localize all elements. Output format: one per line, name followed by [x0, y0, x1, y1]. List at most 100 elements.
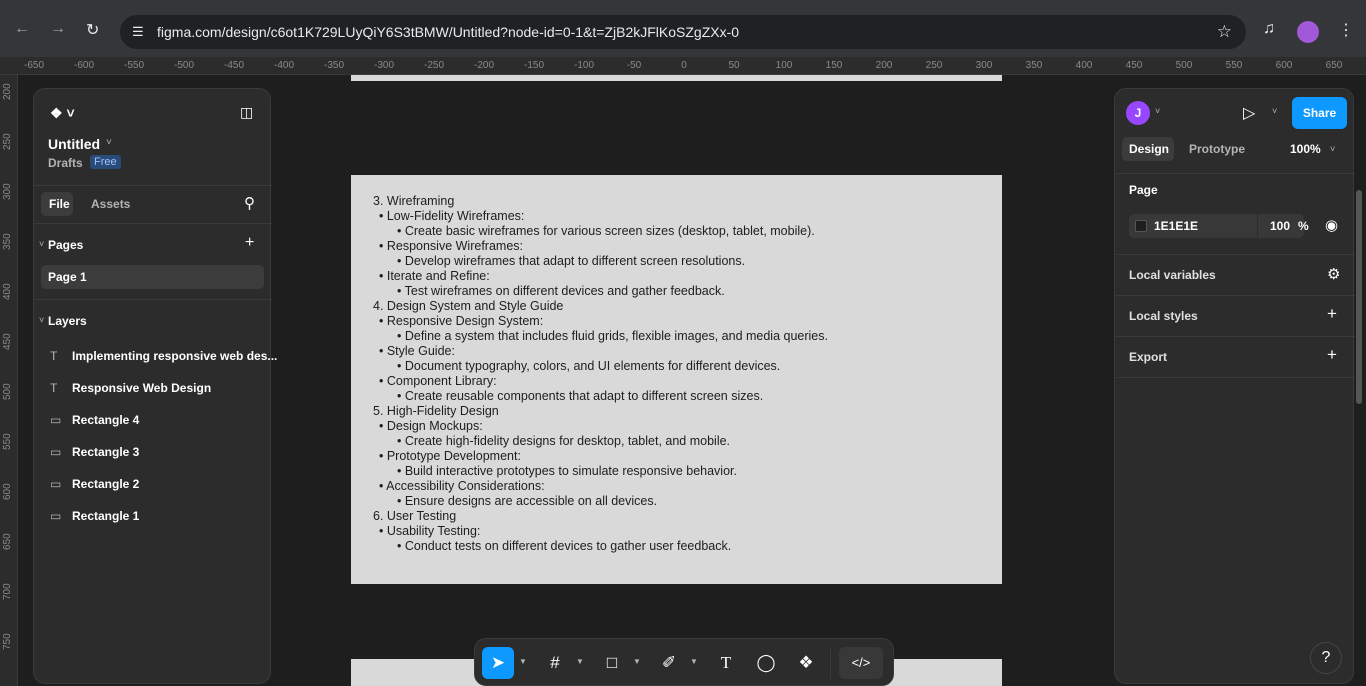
local-styles-label[interactable]: Local styles [1129, 309, 1198, 323]
divider [1257, 214, 1258, 238]
comment-tool-icon[interactable]: ◯ [750, 647, 782, 679]
profile-icon[interactable] [1297, 21, 1319, 43]
add-page-icon[interactable]: + [245, 234, 254, 252]
canvas-text-line: • Component Library: [379, 374, 497, 388]
canvas-frame[interactable]: 3. Wireframing • Low-Fidelity Wireframes:… [351, 175, 1002, 584]
frame-tool-icon[interactable]: # [539, 647, 571, 679]
dev-mode-icon[interactable]: </> [839, 647, 883, 679]
ruler-tick-label: -300 [373, 60, 395, 71]
ruler-tick-label: -100 [573, 60, 595, 71]
chevron-down-icon[interactable]: ˅ [1330, 144, 1335, 154]
ruler-tick-label: 350 [2, 233, 13, 250]
url-text[interactable]: figma.com/design/c6ot1K729LUyQiY6S3tBMW/… [157, 24, 739, 40]
ruler-tick-label: 400 [1075, 60, 1093, 71]
add-export-icon[interactable]: + [1327, 345, 1337, 365]
location-label[interactable]: Drafts [48, 156, 83, 170]
divider [34, 223, 272, 224]
variables-icon[interactable]: ⚙ [1327, 265, 1340, 283]
text-icon: T [50, 381, 58, 395]
opacity-value[interactable]: 100 [1270, 219, 1290, 233]
avatar[interactable]: J [1126, 101, 1150, 125]
ruler-tick-label: 450 [1125, 60, 1143, 71]
divider [1115, 336, 1355, 337]
canvas-text-line: • Design Mockups: [379, 419, 483, 433]
ruler-tick-label: 300 [2, 183, 13, 200]
file-name[interactable]: Untitled [48, 136, 100, 152]
actions-tool-icon[interactable]: ❖ [790, 647, 822, 679]
figma-menu-icon[interactable]: ❖ ˅ [50, 105, 75, 122]
canvas-text-line: • Responsive Wireframes: [379, 239, 524, 253]
tab-assets[interactable]: Assets [91, 197, 130, 211]
chevron-down-icon[interactable]: ˅ [39, 239, 44, 249]
tab-design-label[interactable]: Design [1129, 142, 1169, 156]
media-icon[interactable]: ♫ [1263, 20, 1275, 38]
canvas-text-line: • Usability Testing: [379, 524, 481, 538]
pen-tool-icon[interactable]: ✐ [653, 647, 685, 679]
pages-header[interactable]: Pages [48, 238, 83, 252]
canvas-text-line: • Ensure designs are accessible on all d… [397, 494, 658, 508]
ruler-tick-label: 350 [1025, 60, 1043, 71]
ruler-tick-label: 50 [728, 60, 740, 71]
ruler-tick-label: 300 [975, 60, 993, 71]
tab-file-label[interactable]: File [49, 197, 70, 211]
layers-header[interactable]: Layers [48, 314, 87, 328]
local-variables-label[interactable]: Local variables [1129, 268, 1216, 282]
chevron-down-icon[interactable]: ▼ [576, 657, 584, 666]
ruler-tick-label: 650 [1325, 60, 1343, 71]
layer-item[interactable]: Rectangle 2 [72, 477, 139, 491]
play-icon[interactable]: ▷ [1243, 103, 1255, 123]
chevron-down-icon[interactable]: ˅ [39, 315, 44, 325]
move-tool-icon[interactable]: ➤ [482, 647, 514, 679]
canvas-text-line: • Prototype Development: [379, 449, 521, 463]
forward-arrow-icon[interactable]: → [50, 20, 66, 38]
share-button[interactable]: Share [1292, 97, 1347, 129]
rectangle-icon: ▭ [50, 445, 62, 459]
layer-item[interactable]: Implementing responsive web des... [72, 349, 277, 363]
layer-item[interactable]: Rectangle 3 [72, 445, 139, 459]
ruler-tick-label: 100 [775, 60, 793, 71]
tab-prototype[interactable]: Prototype [1189, 142, 1245, 156]
chevron-down-icon[interactable]: ˅ [106, 137, 112, 148]
eye-icon[interactable]: ◉ [1325, 216, 1338, 234]
chevron-down-icon[interactable]: ▼ [633, 657, 641, 666]
ruler-tick-label: 700 [2, 583, 13, 600]
color-hex[interactable]: 1E1E1E [1154, 219, 1198, 233]
canvas-text-line: • Build interactive prototypes to simula… [397, 464, 737, 478]
background-color-input[interactable]: 1E1E1E 100 % [1129, 214, 1309, 238]
ruler-tick-label: -650 [23, 60, 45, 71]
chevron-down-icon[interactable]: ˅ [1272, 106, 1277, 116]
help-button[interactable]: ? [1310, 642, 1342, 674]
export-label[interactable]: Export [1129, 350, 1167, 364]
ruler-tick-label: -200 [473, 60, 495, 71]
canvas-text-line: • Define a system that includes fluid gr… [397, 329, 828, 343]
star-icon[interactable]: ☆ [1217, 22, 1232, 42]
canvas-text-line: • Create basic wireframes for various sc… [397, 224, 815, 238]
canvas-frame[interactable] [351, 75, 1002, 81]
zoom-level[interactable]: 100% [1290, 142, 1321, 156]
color-swatch[interactable] [1135, 220, 1147, 232]
layer-item[interactable]: Responsive Web Design [72, 381, 211, 395]
layer-item[interactable]: Rectangle 1 [72, 509, 139, 523]
rectangle-tool-icon[interactable]: □ [596, 647, 628, 679]
scrollbar[interactable] [1356, 190, 1362, 404]
chevron-down-icon[interactable]: ▼ [519, 657, 527, 666]
layer-item[interactable]: Rectangle 4 [72, 413, 139, 427]
sidebar-toggle-icon[interactable]: ◫ [240, 104, 253, 121]
page-item-label[interactable]: Page 1 [48, 270, 87, 284]
ruler-tick-label: 200 [875, 60, 893, 71]
text-tool-icon[interactable]: T [710, 647, 742, 679]
back-arrow-icon[interactable]: ← [14, 20, 30, 38]
search-icon[interactable]: ⚲ [244, 194, 255, 212]
ruler-tick-label: 250 [925, 60, 943, 71]
canvas-text-layer[interactable]: 3. Wireframing • Low-Fidelity Wireframes:… [373, 194, 828, 554]
address-bar[interactable]: ☰ figma.com/design/c6ot1K729LUyQiY6S3tBM… [120, 15, 1246, 49]
ruler-tick-label: 250 [2, 133, 13, 150]
chevron-down-icon[interactable]: ˅ [1155, 106, 1160, 116]
reload-icon[interactable]: ↻ [86, 20, 99, 40]
site-info-icon[interactable]: ☰ [132, 24, 148, 40]
canvas-text-line: • Create high-fidelity designs for deskt… [397, 434, 731, 448]
horizontal-ruler: -650 -600 -550 -500 -450 -400 -350 -300 -250 -200… [0, 57, 1366, 75]
add-style-icon[interactable]: + [1327, 304, 1337, 324]
chevron-down-icon[interactable]: ▼ [690, 657, 698, 666]
menu-icon[interactable]: ⋮ [1338, 20, 1354, 40]
